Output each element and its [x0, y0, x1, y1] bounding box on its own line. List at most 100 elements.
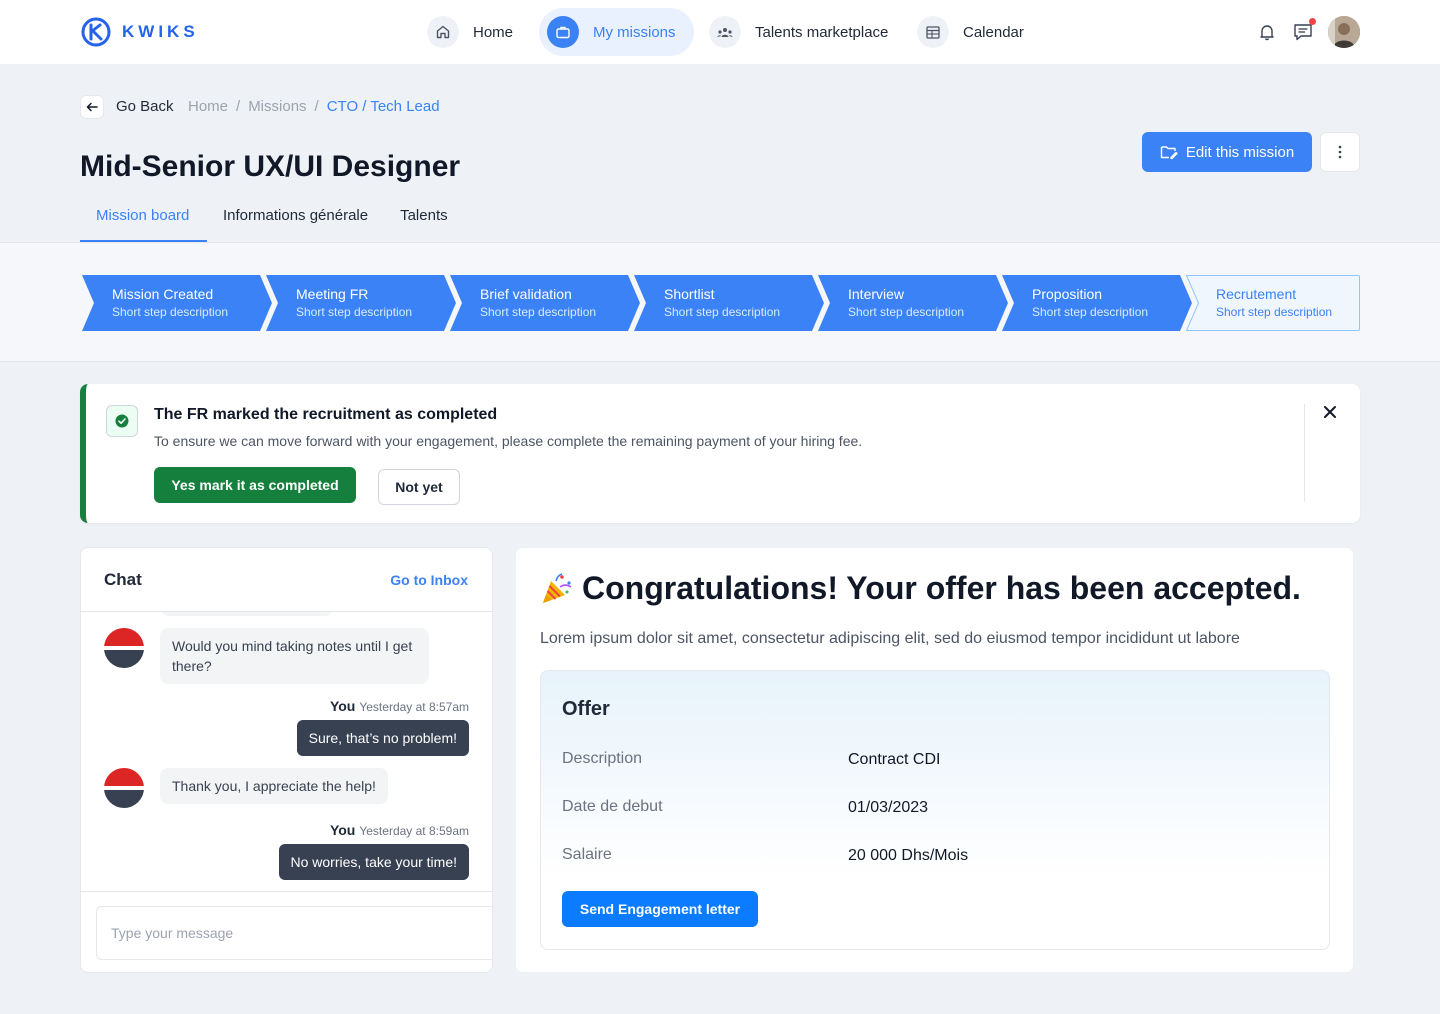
breadcrumb-current[interactable]: CTO / Tech Lead: [327, 98, 440, 115]
mission-stepper: Mission Created Short step description M…: [0, 242, 1440, 362]
tab-talents[interactable]: Talents: [384, 196, 464, 242]
back-arrow-button[interactable]: [80, 95, 104, 119]
page-title: Mid-Senior UX/UI Designer: [80, 150, 461, 183]
chat-messages[interactable]: Would you mind taking notes until I get …: [81, 612, 492, 891]
party-popper-icon: [543, 572, 572, 603]
mark-completed-button[interactable]: Yes mark it as completed: [154, 467, 356, 503]
edit-mission-button[interactable]: Edit this mission: [1142, 132, 1312, 172]
not-yet-button[interactable]: Not yet: [378, 469, 460, 505]
message-time: Yesterday at 8:59am: [359, 824, 469, 838]
nav-calendar-label: Calendar: [963, 23, 1024, 41]
nav-my-missions-label: My missions: [593, 23, 676, 41]
nav-talents-label: Talents marketplace: [755, 23, 889, 41]
more-options-button[interactable]: [1320, 132, 1360, 172]
folder-edit-icon: [1160, 146, 1178, 160]
step-title: Mission Created: [112, 286, 214, 302]
notification-dot: [1309, 18, 1316, 25]
breadcrumb-separator: /: [236, 98, 241, 115]
previous-message-bubble: [161, 612, 333, 616]
alert-text: To ensure we can move forward with your …: [154, 433, 863, 449]
bell-icon[interactable]: [1256, 21, 1278, 43]
incoming-message: Thank you, I appreciate the help!: [160, 768, 388, 804]
calendar-icon: [917, 16, 949, 48]
offer-card: Offer Description Contract CDI Date de d…: [540, 670, 1330, 950]
recruitment-completed-alert: The FR marked the recruitment as complet…: [80, 384, 1360, 523]
tab-mission-board[interactable]: Mission board: [80, 196, 207, 242]
offer-label: Date de debut: [562, 798, 663, 815]
logo[interactable]: KWIKS: [80, 16, 199, 48]
step-mission-created[interactable]: Mission Created Short step description: [82, 275, 272, 331]
go-back-link[interactable]: Go Back: [116, 98, 174, 115]
breadcrumb-missions[interactable]: Missions: [248, 98, 306, 115]
step-title: Brief validation: [480, 286, 572, 302]
top-navbar: KWIKS Home My missions Talents marketpla…: [0, 0, 1440, 64]
outgoing-message: No worries, take your time!: [278, 844, 469, 880]
breadcrumb-home[interactable]: Home: [188, 98, 228, 115]
chat-header: Chat Go to Inbox: [81, 548, 492, 612]
people-icon: [709, 16, 741, 48]
tab-informations-generale[interactable]: Informations générale: [207, 196, 384, 242]
step-proposition[interactable]: Proposition Short step description: [1002, 275, 1192, 331]
congrats-title: Congratulations! Your offer has been acc…: [540, 570, 1301, 607]
sender-name: You: [329, 822, 356, 838]
avatar[interactable]: [1328, 16, 1360, 48]
congrats-subtitle: Lorem ipsum dolor sit amet, consectetur …: [540, 630, 1240, 647]
offer-title: Offer: [562, 698, 610, 720]
contact-avatar: [104, 628, 144, 668]
arrow-left-icon: [86, 102, 98, 112]
brand-name: KWIKS: [122, 22, 199, 41]
chat-panel: Chat Go to Inbox Would you mind taking n…: [80, 547, 493, 973]
check-circle-icon: [106, 405, 138, 437]
step-description: Short step description: [848, 305, 965, 319]
mission-tabs: Mission board Informations générale Tale…: [80, 196, 464, 242]
step-description: Short step description: [296, 305, 413, 319]
step-title: Recrutement: [1216, 286, 1297, 302]
offer-value: 01/03/2023: [848, 799, 929, 816]
incoming-message: Would you mind taking notes until I get …: [160, 628, 429, 684]
chat-title: Chat: [104, 570, 142, 589]
more-vertical-icon: [1338, 145, 1342, 159]
step-description: Short step description: [664, 305, 781, 319]
offer-accepted-panel: Congratulations! Your offer has been acc…: [515, 547, 1354, 973]
nav-my-missions[interactable]: My missions: [539, 8, 694, 56]
sender-name: You: [329, 698, 356, 714]
step-brief-validation[interactable]: Brief validation Short step description: [450, 275, 640, 331]
step-description: Short step description: [1216, 305, 1333, 319]
kwiks-logo-icon: [81, 17, 111, 47]
step-title: Interview: [848, 286, 905, 302]
breadcrumb: Home / Missions / CTO / Tech Lead: [188, 98, 440, 115]
message-meta: You Yesterday at 8:59am: [330, 822, 469, 838]
home-icon: [427, 16, 459, 48]
contact-avatar: [104, 768, 144, 808]
step-description: Short step description: [112, 305, 229, 319]
step-shortlist[interactable]: Shortlist Short step description: [634, 275, 824, 331]
close-icon[interactable]: [1322, 404, 1338, 420]
chat-footer: [81, 891, 492, 972]
offer-value: Contract CDI: [848, 751, 941, 768]
step-description: Short step description: [480, 305, 597, 319]
messages-icon[interactable]: [1292, 18, 1316, 43]
outgoing-message: Sure, that’s no problem!: [296, 720, 469, 756]
nav-home-label: Home: [473, 23, 514, 41]
step-title: Shortlist: [664, 286, 715, 302]
briefcase-icon: [547, 16, 579, 48]
congrats-heading: Congratulations! Your offer has been acc…: [582, 570, 1301, 606]
nav-talents-marketplace[interactable]: Talents marketplace: [701, 8, 904, 56]
breadcrumb-separator: /: [314, 98, 319, 115]
step-title: Meeting FR: [296, 286, 369, 302]
go-to-inbox-link[interactable]: Go to Inbox: [390, 572, 468, 588]
step-recrutement[interactable]: Recrutement Short step description: [1186, 275, 1360, 331]
step-description: Short step description: [1032, 305, 1149, 319]
message-input[interactable]: [96, 906, 492, 960]
nav-calendar[interactable]: Calendar: [909, 8, 1040, 56]
send-engagement-letter-button[interactable]: Send Engagement letter: [562, 891, 758, 927]
edit-mission-label: Edit this mission: [1185, 143, 1295, 161]
step-meeting-fr[interactable]: Meeting FR Short step description: [266, 275, 456, 331]
alert-title: The FR marked the recruitment as complet…: [154, 406, 498, 423]
offer-label: Salaire: [562, 846, 612, 863]
step-interview[interactable]: Interview Short step description: [818, 275, 1008, 331]
nav-home[interactable]: Home: [419, 8, 529, 56]
message-time: Yesterday at 8:57am: [359, 700, 469, 714]
alert-divider: [1304, 404, 1305, 502]
offer-value: 20 000 Dhs/Mois: [848, 847, 969, 864]
